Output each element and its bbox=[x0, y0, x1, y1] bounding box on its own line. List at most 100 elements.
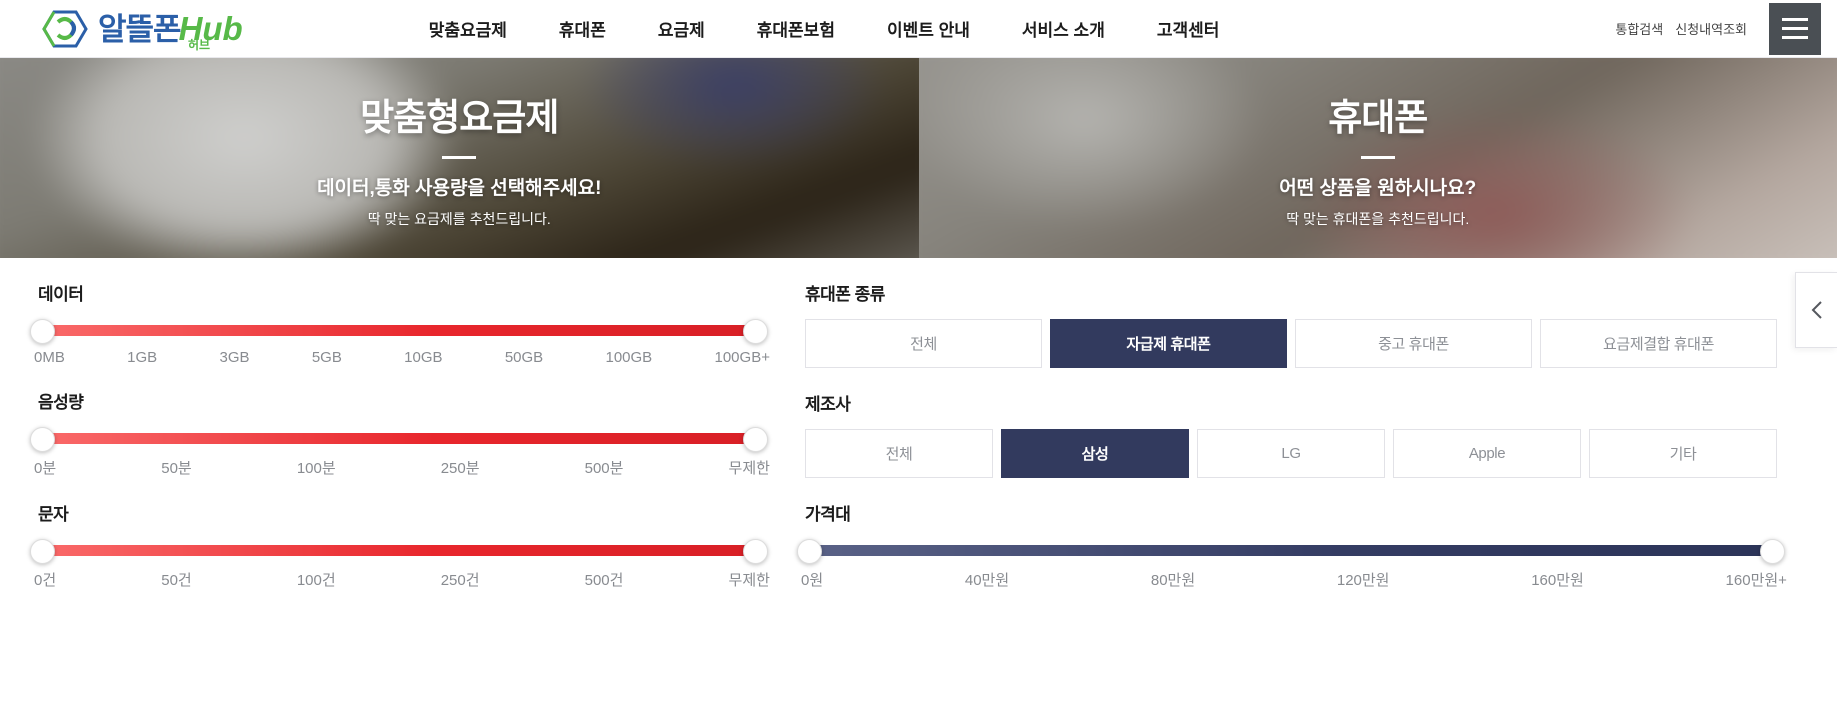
voice-slider-handle-max[interactable] bbox=[743, 427, 768, 452]
data-range-slider[interactable] bbox=[30, 319, 768, 344]
data-slider-handle-min[interactable] bbox=[30, 319, 55, 344]
manufacturer-option-all[interactable]: 전체 bbox=[805, 429, 993, 478]
nav-item-events[interactable]: 이벤트 안내 bbox=[861, 16, 996, 41]
hero-divider-right bbox=[1360, 156, 1395, 159]
filter-label-data: 데이터 bbox=[38, 285, 84, 304]
panel-collapse-button[interactable] bbox=[1795, 272, 1837, 348]
voice-tick: 250분 bbox=[440, 460, 480, 477]
hero-caption-left: 딱 맞는 요금제를 추천드립니다. bbox=[367, 211, 551, 227]
sms-range-slider[interactable] bbox=[30, 539, 768, 564]
voice-tick: 50분 bbox=[161, 460, 192, 477]
manufacturer-option-apple[interactable]: Apple bbox=[1393, 429, 1581, 478]
sms-tick: 100건 bbox=[296, 572, 336, 589]
data-tick: 10GB bbox=[404, 349, 443, 366]
hero-panel-phone: 휴대폰 어떤 상품을 원하시나요? 딱 맞는 휴대폰을 추천드립니다. bbox=[918, 58, 1837, 258]
hero-title-right: 휴대폰 bbox=[1328, 97, 1428, 138]
phone-type-option-all[interactable]: 전체 bbox=[805, 319, 1042, 368]
hero-caption-right: 딱 맞는 휴대폰을 추천드립니다. bbox=[1286, 211, 1470, 227]
voice-tick: 100분 bbox=[296, 460, 336, 477]
data-tick: 100GB bbox=[605, 349, 653, 366]
filter-group-price: 가격대 0원 40만원 80만원 120만원 160만원 160만원+ bbox=[797, 500, 1787, 590]
phone-type-option-used[interactable]: 중고 휴대폰 bbox=[1295, 319, 1532, 368]
hero-title-left: 맞춤형요금제 bbox=[360, 97, 559, 138]
phone-type-option-unlocked[interactable]: 자급제 휴대폰 bbox=[1050, 319, 1287, 368]
price-slider-handle-max[interactable] bbox=[1760, 539, 1785, 564]
data-tick: 50GB bbox=[504, 349, 544, 366]
manufacturer-options: 전체 삼성 LG Apple 기타 bbox=[805, 429, 1777, 478]
filter-group-manufacturer: 제조사 전체 삼성 LG Apple 기타 bbox=[805, 390, 1777, 478]
data-tick: 3GB bbox=[219, 349, 250, 366]
usage-filter-panel: 데이터 0MB 1GB 3GB 5GB 10GB 50GB 100GB 100G… bbox=[0, 280, 800, 612]
utility-link-application-history[interactable]: 신청내역조회 bbox=[1669, 19, 1753, 38]
phone-type-option-plan-bundle[interactable]: 요금제결합 휴대폰 bbox=[1540, 319, 1777, 368]
phone-filter-panel: 휴대폰 종류 전체 자급제 휴대폰 중고 휴대폰 요금제결합 휴대폰 제조사 전… bbox=[797, 280, 1837, 612]
hamburger-bar bbox=[1782, 18, 1808, 21]
sms-tick: 무제한 bbox=[728, 572, 770, 589]
nav-item-plans[interactable]: 요금제 bbox=[632, 16, 731, 41]
filter-label-phone-type: 휴대폰 종류 bbox=[805, 285, 885, 304]
price-range-slider[interactable] bbox=[797, 539, 1785, 564]
hamburger-bar bbox=[1782, 36, 1808, 39]
filter-group-data: 데이터 0MB 1GB 3GB 5GB 10GB 50GB 100GB 100G… bbox=[30, 280, 770, 366]
site-header: 알뜰폰 Hub 허브 맞춤요금제 휴대폰 요금제 휴대폰보험 이벤트 안내 서비… bbox=[0, 0, 1837, 58]
filter-label-sms: 문자 bbox=[38, 505, 69, 524]
data-slider-track[interactable] bbox=[38, 325, 760, 336]
hero-subtitle-left: 데이터,통화 사용량을 선택해주세요! bbox=[317, 178, 602, 199]
voice-tick: 0분 bbox=[34, 460, 57, 477]
voice-tick: 500분 bbox=[584, 460, 624, 477]
header-utility-links: 통합검색 신청내역조회 bbox=[1609, 2, 1821, 55]
sms-tick: 500건 bbox=[584, 572, 624, 589]
filter-section: 데이터 0MB 1GB 3GB 5GB 10GB 50GB 100GB 100G… bbox=[0, 258, 1837, 612]
voice-slider-track[interactable] bbox=[38, 433, 760, 444]
hero-panel-custom-plan: 맞춤형요금제 데이터,통화 사용량을 선택해주세요! 딱 맞는 요금제를 추천드… bbox=[0, 58, 919, 258]
hamburger-bar bbox=[1782, 27, 1808, 30]
data-slider-handle-max[interactable] bbox=[743, 319, 768, 344]
price-tick: 40만원 bbox=[964, 572, 1010, 589]
nav-item-service-intro[interactable]: 서비스 소개 bbox=[996, 16, 1131, 41]
sms-tick: 250건 bbox=[440, 572, 480, 589]
voice-slider-ticks: 0분 50분 100분 250분 500분 무제한 bbox=[34, 457, 770, 478]
data-tick: 0MB bbox=[34, 349, 65, 366]
sms-slider-handle-min[interactable] bbox=[30, 539, 55, 564]
price-tick: 120만원 bbox=[1336, 572, 1390, 589]
price-tick: 0원 bbox=[801, 572, 824, 589]
nav-item-custom-plan[interactable]: 맞춤요금제 bbox=[403, 16, 533, 41]
site-logo[interactable]: 알뜰폰 Hub 허브 bbox=[40, 8, 243, 52]
voice-slider-handle-min[interactable] bbox=[30, 427, 55, 452]
filter-label-price: 가격대 bbox=[805, 505, 851, 524]
sms-slider-handle-max[interactable] bbox=[743, 539, 768, 564]
filter-label-manufacturer: 제조사 bbox=[805, 395, 851, 414]
sms-slider-track[interactable] bbox=[38, 545, 760, 556]
nav-item-customer-center[interactable]: 고객센터 bbox=[1131, 16, 1246, 41]
data-tick: 5GB bbox=[311, 349, 342, 366]
logo-text-kr: 알뜰폰 bbox=[98, 12, 182, 47]
sms-tick: 50건 bbox=[161, 572, 192, 589]
data-tick: 1GB bbox=[127, 349, 158, 366]
manufacturer-option-other[interactable]: 기타 bbox=[1589, 429, 1777, 478]
nav-item-phones[interactable]: 휴대폰 bbox=[533, 16, 632, 41]
utility-link-search[interactable]: 통합검색 bbox=[1609, 19, 1669, 38]
hero-divider-left bbox=[442, 156, 477, 159]
main-navigation: 맞춤요금제 휴대폰 요금제 휴대폰보험 이벤트 안내 서비스 소개 고객센터 bbox=[403, 16, 1246, 41]
voice-tick: 무제한 bbox=[728, 460, 770, 477]
price-slider-handle-min[interactable] bbox=[797, 539, 822, 564]
hero-subtitle-right: 어떤 상품을 원하시나요? bbox=[1279, 178, 1477, 199]
sms-slider-ticks: 0건 50건 100건 250건 500건 무제한 bbox=[34, 569, 770, 590]
phone-type-options: 전체 자급제 휴대폰 중고 휴대폰 요금제결합 휴대폰 bbox=[805, 319, 1777, 368]
price-tick: 160만원 bbox=[1531, 572, 1584, 589]
data-slider-ticks: 0MB 1GB 3GB 5GB 10GB 50GB 100GB 100GB+ bbox=[34, 349, 770, 366]
price-tick: 160만원+ bbox=[1725, 572, 1787, 589]
nav-item-phone-insurance[interactable]: 휴대폰보험 bbox=[731, 16, 861, 41]
price-slider-ticks: 0원 40만원 80만원 120만원 160만원 160만원+ bbox=[801, 569, 1787, 590]
manufacturer-option-lg[interactable]: LG bbox=[1197, 429, 1385, 478]
data-tick: 100GB+ bbox=[714, 349, 770, 366]
filter-group-voice: 음성량 0분 50분 100분 250분 500분 무제한 bbox=[30, 388, 770, 478]
hamburger-menu-icon[interactable] bbox=[1769, 2, 1821, 55]
manufacturer-option-samsung[interactable]: 삼성 bbox=[1001, 429, 1189, 478]
voice-range-slider[interactable] bbox=[30, 427, 768, 452]
sms-tick: 0건 bbox=[34, 572, 57, 589]
filter-label-voice: 음성량 bbox=[38, 393, 84, 412]
filter-group-phone-type: 휴대폰 종류 전체 자급제 휴대폰 중고 휴대폰 요금제결합 휴대폰 bbox=[805, 280, 1777, 368]
hero-banner: 맞춤형요금제 데이터,통화 사용량을 선택해주세요! 딱 맞는 요금제를 추천드… bbox=[0, 58, 1837, 258]
price-slider-track[interactable] bbox=[805, 545, 1777, 556]
